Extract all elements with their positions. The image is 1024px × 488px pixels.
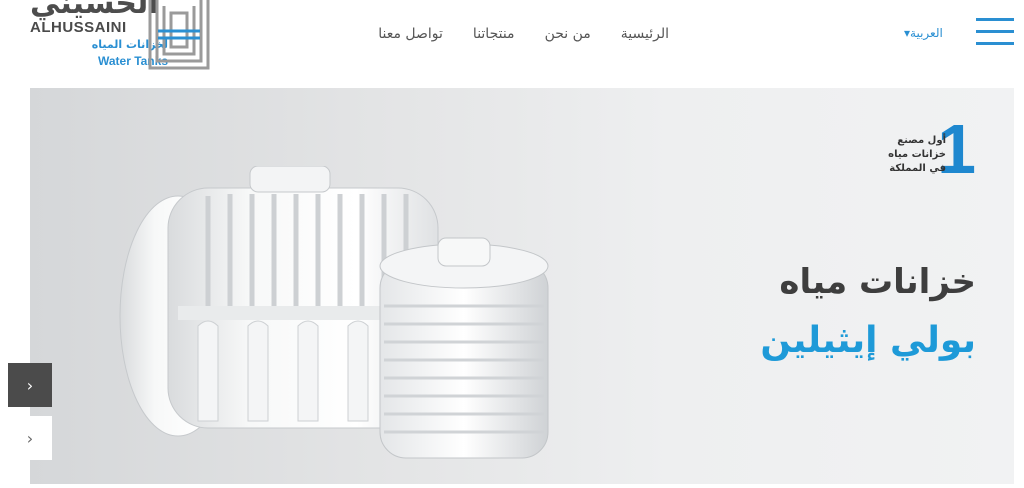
badge-line: خزانات مياه [888,149,946,160]
nav-item-contact[interactable]: تواصل معنا [378,26,443,42]
menu-button[interactable] [976,18,1014,48]
logo-english-name: ALHUSSAINI [30,19,127,36]
hero-subtitle: بولي إيثيلين [760,320,976,361]
hamburger-icon [976,30,1014,33]
hero-slider: 1 أول مصنع خزانات مياه في المملكة خزانات… [30,88,1014,484]
hamburger-icon [976,42,1014,45]
language-selector[interactable]: ▾العربية [904,26,943,40]
site-header: الحسيني ALHUSSAINI لخزانات المياه Water … [0,0,1024,88]
chevron-right-icon: › [26,375,34,395]
slider-prev-button[interactable]: › [8,363,52,407]
logo-mark-icon [148,0,210,70]
hero-title: خزانات مياه [779,262,976,302]
badge-text: أول مصنع خزانات مياه في المملكة [876,134,946,176]
language-label: العربية [910,26,943,40]
logo-arabic-name: الحسيني [30,0,159,21]
slider-next-button[interactable]: › [8,416,52,460]
chevron-right-icon: › [26,428,34,448]
badge-line: في المملكة [889,163,946,174]
main-nav: الرئيسية من نحن منتجاتنا تواصل معنا [378,26,669,42]
water-tanks-image [119,166,549,459]
first-factory-badge: 1 أول مصنع خزانات مياه في المملكة [886,114,976,190]
nav-item-about[interactable]: من نحن [545,26,591,42]
logo[interactable]: الحسيني ALHUSSAINI لخزانات المياه Water … [28,0,212,72]
hamburger-icon [976,18,1014,21]
badge-line: أول مصنع [897,135,946,146]
nav-item-home[interactable]: الرئيسية [621,26,669,42]
nav-item-products[interactable]: منتجاتنا [473,26,515,42]
